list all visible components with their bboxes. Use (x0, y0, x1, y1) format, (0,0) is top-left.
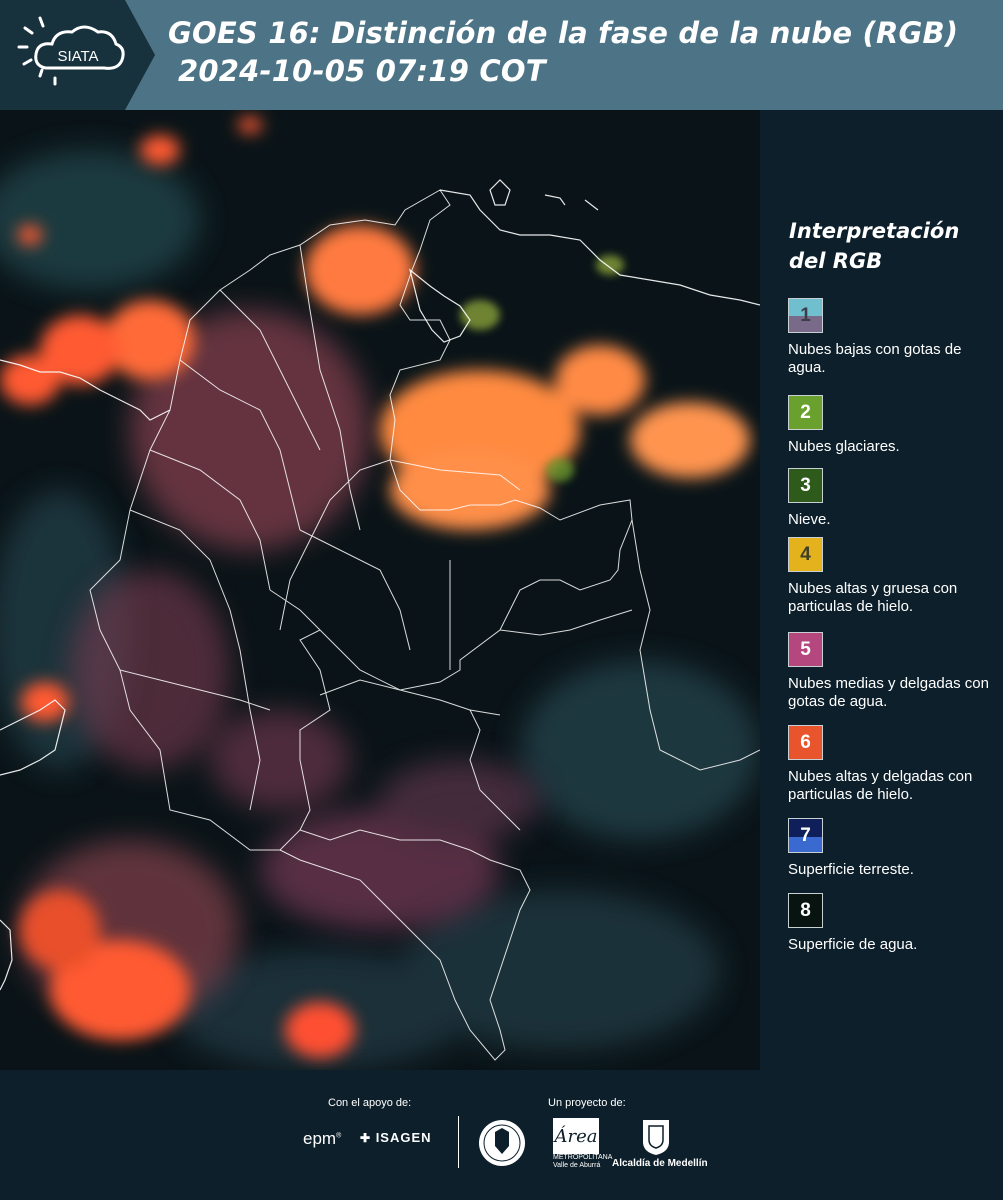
legend-swatch-3: 3 (788, 468, 823, 503)
legend-number-3: 3 (800, 475, 811, 496)
legend-item-5: 5 Nubes medias y delgadas con gotas de a… (788, 632, 998, 711)
legend-swatch-7: 7 (788, 818, 823, 853)
epm-logo-text: epm (303, 1129, 337, 1148)
support-label: Con el apoyo de: (328, 1097, 412, 1109)
header-bar: SIATA GOES 16: Distinción de la fase de … (0, 0, 1003, 110)
legend-item-6: 6 Nubes altas y delgadas con particulas … (788, 725, 998, 804)
title-line-2: 2024-10-05 07:19 COT (178, 54, 546, 88)
legend-swatch-8: 8 (788, 893, 823, 928)
legend-label-7: Superficie terreste. (788, 861, 914, 878)
isagen-logo: ✚ ISAGEN (360, 1130, 432, 1145)
legend-swatch-6: 6 (788, 725, 823, 760)
legend-number-8: 8 (800, 900, 811, 921)
area-metropolitana-logo-icon: Área (553, 1118, 599, 1154)
siata-logo-text: SIATA (57, 48, 98, 65)
satellite-rgb-map (0, 110, 760, 1070)
legend-label-5: Nubes medias y delgadas con gotas de agu… (788, 675, 989, 710)
legend-item-1: 1 Nubes bajas con gotas de agua. (788, 298, 998, 377)
legend-label-6: Nubes altas y delgadas con particulas de… (788, 768, 973, 803)
legend-item-2: 2 Nubes glaciares. (788, 395, 998, 456)
legend-item-7: 7 Superficie terreste. (788, 818, 998, 879)
area-metropolitana-text: METROPOLITANA Valle de Aburrá (553, 1154, 612, 1169)
legend-number-1: 1 (800, 305, 811, 326)
medellin-shield-icon (643, 1120, 669, 1155)
legend-number-5: 5 (800, 639, 811, 660)
isagen-mark-icon: ✚ (360, 1131, 372, 1145)
legend-swatch-2: 2 (788, 395, 823, 430)
isagen-logo-text: ISAGEN (375, 1130, 432, 1145)
legend-label-3: Nieve. (788, 511, 831, 528)
legend-label-1: Nubes bajas con gotas de agua. (788, 341, 962, 376)
legend-item-8: 8 Superficie de agua. (788, 893, 998, 954)
legend-number-6: 6 (800, 732, 811, 753)
legend-number-2: 2 (800, 402, 811, 423)
legend-item-4: 4 Nubes altas y gruesa con particulas de… (788, 537, 998, 616)
legend-label-2: Nubes glaciares. (788, 438, 900, 455)
legend-item-3: 3 Nieve. (788, 468, 998, 529)
epm-logo: epm® (303, 1129, 342, 1148)
footer: Con el apoyo de: Un proyecto de: epm® ✚ … (0, 1070, 1003, 1200)
page-title: GOES 16: Distinción de la fase de la nub… (168, 14, 958, 90)
project-label: Un proyecto de: (548, 1097, 626, 1109)
siata-logo: SIATA (0, 0, 155, 110)
legend-swatch-1: 1 (788, 298, 823, 333)
svg-text:Área: Área (553, 1124, 598, 1147)
legend-swatch-5: 5 (788, 632, 823, 667)
legend-label-4: Nubes altas y gruesa con particulas de h… (788, 580, 958, 615)
legend-swatch-4: 4 (788, 537, 823, 572)
legend-number-4: 4 (800, 544, 811, 565)
legend-title: Interpretación del RGB (789, 219, 960, 273)
title-line-1: GOES 16: Distinción de la fase de la nub… (168, 16, 959, 50)
alcaldia-medellin-text: Alcaldía de Medellín (612, 1158, 708, 1169)
footer-divider (458, 1116, 459, 1168)
legend-label-8: Superficie de agua. (788, 936, 918, 953)
legend-number-7: 7 (800, 825, 811, 846)
seal-logo-icon (479, 1120, 525, 1166)
legend-panel: Interpretación del RGB 1 Nubes bajas con… (760, 110, 1003, 1070)
